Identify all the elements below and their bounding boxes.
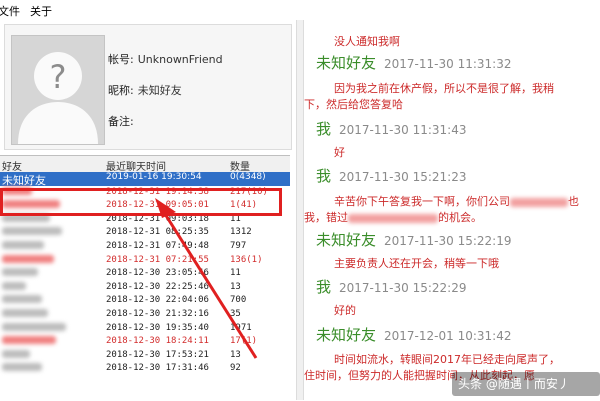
chat-message-part: 辛苦你下午答复我一下啊，你们公司 (334, 195, 510, 208)
contacts-panel: ? 帐号: UnknownFriend 昵称: 未知好友 备注: 好友 最近聊天时间… (0, 20, 296, 401)
red-arrow-icon (155, 198, 258, 359)
chat-message: 好的 (334, 304, 356, 317)
chat-message: 时间如流水，转眼间2017年已经走向尾声了， (334, 353, 560, 366)
sender-name: 未知好友 (316, 326, 377, 344)
chat-message: 辛苦你下午答复我一下啊，你们公司 也 (334, 193, 600, 209)
chat-header: 未知好友 2017-11-30 11:31:32 (316, 52, 600, 73)
message-time: 2017-12-01 10:31:42 (384, 329, 512, 343)
sender-name: 未知好友 (316, 231, 377, 249)
chat-header: 未知好友 2017-12-01 10:31:42 (316, 324, 600, 345)
chat-message: 我，错过 的机会。 (304, 209, 600, 225)
chat-message: 没人通知我啊 (334, 35, 400, 48)
sender-name: 未知好友 (316, 54, 377, 72)
panel-divider[interactable] (296, 20, 304, 400)
chat-message-part: 我，错过 (304, 211, 348, 224)
chat-header: 我 2017-11-30 11:31:43 (316, 118, 600, 139)
chat-message: 好 (334, 146, 345, 159)
sender-name: 我 (316, 167, 332, 185)
chat-message: 因为我之前在休产假，所以不是很了解，我稍 (334, 82, 554, 95)
menu-file[interactable]: 文件 (0, 3, 20, 19)
blurred-text (510, 197, 568, 207)
chat-header: 未知好友 2017-11-30 15:22:19 (316, 229, 600, 250)
chat-panel: 没人通知我啊 未知好友 2017-11-30 11:31:32 因为我之前在休产假… (304, 20, 600, 400)
chat-message: 主要负责人还在开会，稍等一下哦 (334, 257, 499, 270)
chat-header: 我 2017-11-30 15:22:29 (316, 276, 600, 297)
chat-message-part: 也 (568, 195, 579, 208)
blurred-text (348, 213, 438, 223)
chat-message-part: 的机会。 (438, 211, 482, 224)
sender-name: 我 (316, 278, 332, 296)
sender-name: 我 (316, 120, 332, 138)
watermark: 头条 @随遇丨而安丿 (452, 372, 600, 396)
message-time: 2017-11-30 15:21:23 (339, 170, 467, 184)
chat-message: 下，然后给您答复哈 (304, 98, 403, 111)
menu-bar: 文件 关于 (0, 0, 600, 21)
chat-header: 我 2017-11-30 15:21:23 (316, 165, 600, 186)
message-time: 2017-11-30 15:22:19 (384, 234, 512, 248)
message-time: 2017-11-30 15:22:29 (339, 281, 467, 295)
message-time: 2017-11-30 11:31:43 (339, 123, 467, 137)
message-time: 2017-11-30 11:31:32 (384, 57, 512, 71)
menu-about[interactable]: 关于 (30, 3, 52, 19)
